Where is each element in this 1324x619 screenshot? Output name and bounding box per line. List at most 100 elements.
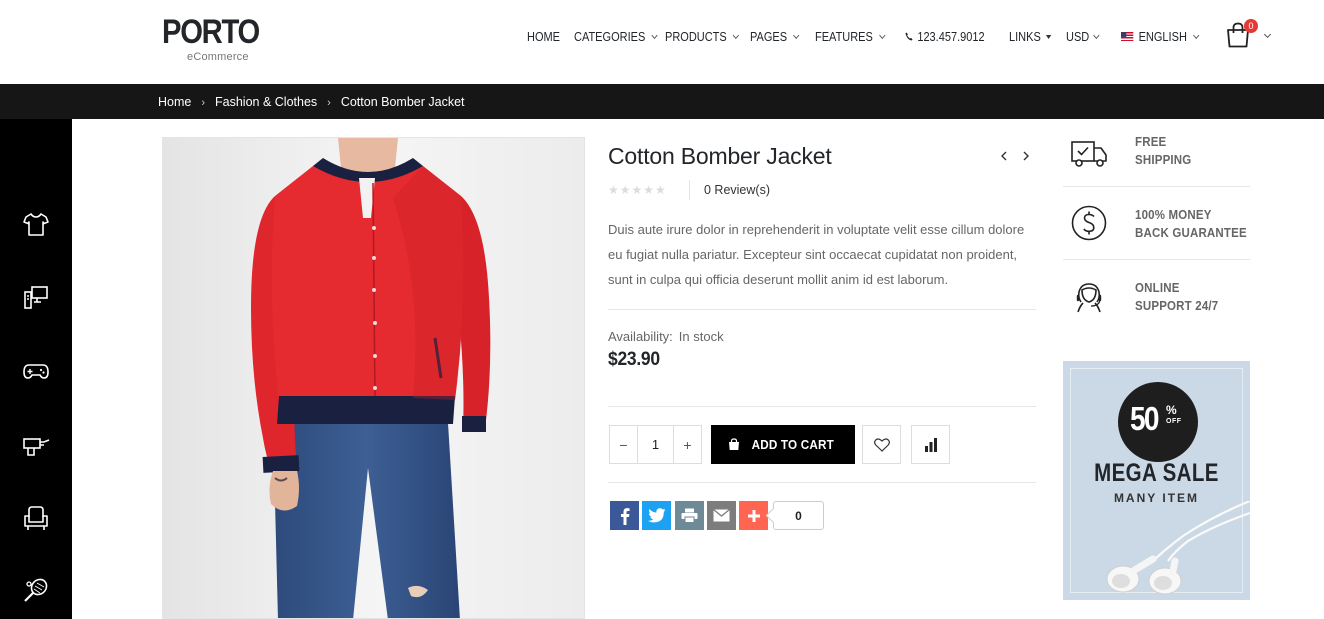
share-count: 0 <box>773 501 824 530</box>
chevron-down-icon[interactable] <box>1263 30 1272 39</box>
nav-home-label: HOME <box>527 30 560 44</box>
chevron-down-icon <box>1193 31 1200 40</box>
printer-icon <box>681 508 698 523</box>
qty-plus-button[interactable]: + <box>674 426 701 463</box>
divider <box>689 180 690 200</box>
plus-icon <box>747 509 760 522</box>
reviews-link[interactable]: 0 Review(s) <box>704 183 770 197</box>
nav-pages[interactable]: PAGES <box>750 30 800 44</box>
product-title: Cotton Bomber Jacket <box>608 143 832 169</box>
product-image[interactable] <box>162 137 585 619</box>
earphones-image <box>1106 501 1250 595</box>
breadcrumb-category[interactable]: Fashion & Clothes <box>215 95 317 109</box>
wishlist-button[interactable] <box>862 425 901 464</box>
breadcrumb-separator: › <box>327 97 331 109</box>
language-dropdown[interactable]: ENGLISH <box>1121 30 1200 44</box>
discount-badge: 50 % OFF <box>1118 382 1198 462</box>
breadcrumb-separator: › <box>201 97 206 109</box>
chevron-down-icon <box>878 31 886 40</box>
us-flag-icon <box>1121 32 1134 41</box>
share-email[interactable] <box>707 501 736 530</box>
links-dropdown[interactable]: LINKS <box>1009 30 1052 44</box>
phone-link[interactable]: 123.457.9012 <box>905 30 985 44</box>
dollar-icon <box>1071 205 1107 241</box>
support-icon <box>1076 283 1102 313</box>
facebook-icon <box>620 507 629 525</box>
product-price: $23.90 <box>608 349 660 370</box>
discount-number: 50 <box>1130 400 1159 437</box>
nav-categories[interactable]: CATEGORIES <box>574 30 658 44</box>
drill-icon[interactable] <box>22 431 50 459</box>
computer-icon[interactable] <box>22 283 50 311</box>
share-print[interactable] <box>675 501 704 530</box>
quantity-stepper: − 1 + <box>609 425 702 464</box>
feature-money-back: 100% MONEY BACK GUARANTEE <box>1063 203 1250 259</box>
add-to-cart-label: ADD TO CART <box>751 437 834 452</box>
qty-input[interactable]: 1 <box>637 426 674 463</box>
share-more[interactable] <box>739 501 768 530</box>
compare-button[interactable] <box>911 425 950 464</box>
feature-line2: SHIPPING <box>1135 153 1192 167</box>
nav-pages-label: PAGES <box>750 30 788 44</box>
discount-percent: % <box>1166 403 1177 417</box>
availability-value: In stock <box>678 329 724 344</box>
links-label: LINKS <box>1009 30 1041 44</box>
chevron-down-icon <box>793 31 800 40</box>
language-label: ENGLISH <box>1138 30 1187 44</box>
breadcrumb-current: Cotton Bomber Jacket <box>340 95 465 109</box>
mega-sale-banner[interactable]: 50 % OFF MEGA SALE MANY ITEM <box>1063 361 1250 600</box>
breadcrumb: Home › Fashion & Clothes › Cotton Bomber Jac… <box>158 95 465 109</box>
divider <box>608 309 1036 310</box>
logo[interactable]: PORTO eCommerce <box>162 13 275 63</box>
share-facebook[interactable] <box>610 501 639 530</box>
nav-home[interactable]: HOME <box>527 30 560 44</box>
armchair-icon[interactable] <box>22 504 50 532</box>
chevron-down-icon <box>651 31 658 40</box>
feature-free-shipping: FREE SHIPPING <box>1063 130 1250 186</box>
prev-product-icon[interactable] <box>998 150 1010 162</box>
divider <box>608 482 1036 483</box>
caret-down-icon <box>1046 35 1052 39</box>
phone-number: 123.457.9012 <box>917 30 985 44</box>
nav-products-label: PRODUCTS <box>665 30 727 44</box>
tshirt-icon[interactable] <box>22 210 50 238</box>
nav-features[interactable]: FEATURES <box>815 30 886 44</box>
gamepad-icon[interactable] <box>22 357 50 385</box>
product-description: Duis aute irure dolor in reprehenderit i… <box>608 222 1025 287</box>
divider <box>608 406 1036 407</box>
site-header: PORTO eCommerce HOME CATEGORIES PRODUCTS… <box>0 0 1324 84</box>
breadcrumb-home[interactable]: Home <box>158 95 191 109</box>
availability: Availability: In stock <box>608 329 724 344</box>
tennis-racket-icon[interactable] <box>22 576 50 604</box>
feature-line1: 100% MONEY <box>1135 208 1212 222</box>
banner-title: MEGA SALE <box>1094 459 1219 487</box>
chevron-down-icon <box>1093 31 1100 40</box>
qty-minus-button[interactable]: − <box>610 426 637 463</box>
currency-dropdown[interactable]: USD <box>1066 30 1100 44</box>
category-sidebar <box>0 119 72 619</box>
twitter-icon <box>647 508 665 523</box>
availability-label: Availability: <box>608 329 673 344</box>
divider <box>1063 186 1250 187</box>
cart-count-badge: 0 <box>1244 19 1258 33</box>
feature-line2: BACK GUARANTEE <box>1135 226 1247 240</box>
next-product-icon[interactable] <box>1020 150 1032 162</box>
product-photo <box>163 138 584 618</box>
chevron-down-icon <box>732 31 740 40</box>
bag-icon <box>728 438 739 450</box>
truck-icon <box>1071 141 1107 167</box>
bar-chart-icon <box>924 437 937 452</box>
logo-sub: eCommerce <box>187 51 249 63</box>
feature-online-support: ONLINE SUPPORT 24/7 <box>1063 276 1250 332</box>
logo-main: PORTO <box>162 13 260 51</box>
nav-features-label: FEATURES <box>815 30 873 44</box>
share-twitter[interactable] <box>642 501 671 530</box>
breadcrumb-bar: Home › Fashion & Clothes › Cotton Bomber Jac… <box>0 84 1324 119</box>
divider <box>1063 259 1250 260</box>
nav-categories-label: CATEGORIES <box>574 30 646 44</box>
feature-line1: FREE <box>1135 135 1167 149</box>
add-to-cart-button[interactable]: ADD TO CART <box>711 425 855 464</box>
discount-off: OFF <box>1166 418 1182 425</box>
rating-stars: ★★★★★ <box>608 183 667 197</box>
nav-products[interactable]: PRODUCTS <box>665 30 740 44</box>
